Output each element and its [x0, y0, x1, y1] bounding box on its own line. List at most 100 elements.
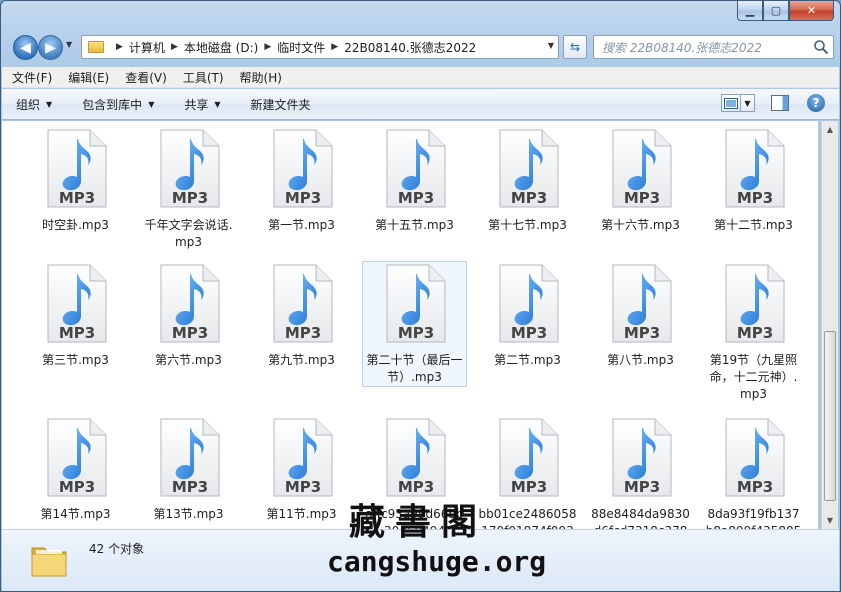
forward-button[interactable]: ▶: [38, 35, 63, 60]
menu-file[interactable]: 文件(F): [6, 69, 58, 86]
svg-text:MP3: MP3: [58, 324, 94, 342]
svg-text:MP3: MP3: [623, 324, 659, 342]
file-item[interactable]: MP3 8da93f19fb137b8a899f435885: [701, 415, 806, 529]
file-name: 第11节.mp3: [266, 507, 337, 521]
maximize-button[interactable]: ▢: [763, 1, 789, 21]
file-item[interactable]: MP3 第十六节.mp3: [588, 126, 693, 235]
file-item[interactable]: MP3 第十二节.mp3: [701, 126, 806, 235]
mp3-file-icon: MP3: [273, 129, 332, 208]
file-item[interactable]: MP3 第十七节.mp3: [475, 126, 580, 235]
chevron-down-icon: ▼: [148, 99, 155, 109]
file-item[interactable]: MP3 第二十节（最后一节）.mp3: [362, 261, 467, 387]
file-item[interactable]: MP3 bb01ce2486058170f01874f093c: [475, 415, 580, 529]
close-button[interactable]: ✕: [789, 1, 834, 21]
arrow-left-icon: ◀: [20, 39, 31, 56]
new-folder-button[interactable]: 新建文件夹: [251, 96, 311, 113]
svg-text:MP3: MP3: [171, 189, 207, 207]
scroll-up-button[interactable]: ▲: [822, 121, 838, 138]
address-bar[interactable]: ▶ 计算机 ▶ 本地磁盘 (D:) ▶ 临时文件 ▶ 22B08140.张德志2…: [81, 35, 559, 59]
file-item[interactable]: MP3 第六节.mp3: [136, 261, 241, 370]
chevron-right-icon[interactable]: ▶: [264, 42, 271, 52]
help-button[interactable]: ?: [807, 94, 825, 112]
mp3-file-icon: MP3: [47, 264, 106, 343]
chevron-down-icon: ▼: [46, 99, 53, 109]
file-item[interactable]: MP3 第11节.mp3: [249, 415, 354, 524]
mp3-file-icon: MP3: [273, 418, 332, 497]
file-item[interactable]: MP3 88e8484da9830d6fcd7318c378: [588, 415, 693, 529]
search-box[interactable]: 搜索 22B08140.张德志2022: [593, 35, 834, 59]
search-input[interactable]: 搜索 22B08140.张德志2022: [602, 39, 762, 56]
mp3-file-icon: MP3: [47, 129, 106, 208]
chevron-right-icon[interactable]: ▶: [331, 42, 338, 52]
menu-view[interactable]: 查看(V): [119, 69, 173, 86]
mp3-file-icon: MP3: [499, 129, 558, 208]
mp3-file-icon: MP3: [160, 418, 219, 497]
view-controls: ▼ ?: [721, 94, 825, 112]
svg-text:MP3: MP3: [510, 478, 546, 496]
organize-button[interactable]: 组织 ▼: [16, 96, 52, 113]
file-name: 88e8484da9830d6fcd7318c378: [591, 507, 690, 529]
item-count: 42 个对象: [89, 542, 145, 556]
mp3-file-icon: MP3: [612, 264, 671, 343]
file-item[interactable]: MP3 第19节（九星照命，十二元神）.mp3: [701, 261, 806, 404]
back-button[interactable]: ◀: [13, 35, 38, 60]
mp3-file-icon: MP3: [725, 418, 784, 497]
mp3-file-icon: MP3: [386, 129, 445, 208]
file-item[interactable]: MP3 第二节.mp3: [475, 261, 580, 370]
file-item[interactable]: MP3 第八节.mp3: [588, 261, 693, 370]
chevron-right-icon[interactable]: ▶: [116, 42, 123, 52]
file-item[interactable]: MP3 第13节.mp3: [136, 415, 241, 524]
search-icon[interactable]: [813, 39, 829, 55]
preview-pane-button[interactable]: [771, 95, 789, 111]
vertical-scrollbar[interactable]: ▲ ▼: [821, 121, 838, 529]
breadcrumb: ▶ 计算机 ▶ 本地磁盘 (D:) ▶ 临时文件 ▶ 22B08140.张德志2…: [110, 39, 476, 56]
recent-pages-dropdown[interactable]: ▼: [66, 40, 78, 49]
file-item[interactable]: MP3 第九节.mp3: [249, 261, 354, 370]
mp3-file-icon: MP3: [160, 264, 219, 343]
file-name: bb01ce2486058170f01874f093c: [478, 507, 577, 529]
mp3-file-icon: MP3: [47, 418, 106, 497]
file-item[interactable]: MP3 时空卦.mp3: [23, 126, 128, 235]
share-button[interactable]: 共享 ▼: [184, 96, 220, 113]
breadcrumb-item[interactable]: 计算机: [129, 39, 165, 56]
chevron-right-icon[interactable]: ▶: [171, 42, 178, 52]
menu-edit[interactable]: 编辑(E): [62, 69, 115, 86]
chevron-down-icon: ▼: [66, 40, 73, 49]
chevron-down-icon[interactable]: ▼: [548, 41, 554, 50]
scrollbar-thumb[interactable]: [824, 331, 836, 501]
command-bar: 组织 ▼ 包含到库中 ▼ 共享 ▼ 新建文件夹 ▼ ?: [2, 89, 839, 120]
file-list[interactable]: MP3 时空卦.mp3 MP3 千年文字会说话.mp3 MP3 第一节.mp3 …: [2, 121, 818, 529]
scroll-down-button[interactable]: ▼: [822, 512, 838, 529]
change-view-button[interactable]: [721, 94, 741, 112]
breadcrumb-item[interactable]: 临时文件: [277, 39, 325, 56]
file-name: 第二节.mp3: [494, 353, 561, 367]
file-name: 第13节.mp3: [153, 507, 224, 521]
menu-tools[interactable]: 工具(T): [177, 69, 230, 86]
mp3-file-icon: MP3: [725, 264, 784, 343]
minimize-button[interactable]: ▁: [737, 1, 763, 21]
file-item[interactable]: MP3 第14节.mp3: [23, 415, 128, 524]
file-name: 时空卦.mp3: [42, 218, 109, 232]
mp3-file-icon: MP3: [160, 129, 219, 208]
menu-help[interactable]: 帮助(H): [234, 69, 288, 86]
refresh-button[interactable]: ⇆: [563, 35, 587, 59]
include-in-library-button[interactable]: 包含到库中 ▼: [82, 96, 154, 113]
file-item[interactable]: MP3 第十五节.mp3: [362, 126, 467, 235]
svg-text:MP3: MP3: [284, 324, 320, 342]
svg-text:MP3: MP3: [623, 478, 659, 496]
new-folder-label: 新建文件夹: [250, 97, 311, 112]
file-item[interactable]: MP3 第一节.mp3: [249, 126, 354, 235]
file-item[interactable]: MP3 千年文字会说话.mp3: [136, 126, 241, 252]
view-icon: [724, 97, 738, 109]
svg-text:MP3: MP3: [58, 478, 94, 496]
folder-icon: [31, 547, 67, 577]
file-name: 第九节.mp3: [268, 353, 335, 367]
breadcrumb-item[interactable]: 22B08140.张德志2022: [344, 39, 476, 56]
file-name: 第三节.mp3: [42, 353, 109, 367]
file-name: 第十七节.mp3: [488, 218, 567, 232]
view-options-dropdown[interactable]: ▼: [741, 94, 755, 112]
folder-icon: [88, 41, 104, 53]
breadcrumb-item[interactable]: 本地磁盘 (D:): [184, 39, 258, 56]
mp3-file-icon: MP3: [386, 418, 445, 497]
file-item[interactable]: MP3 第三节.mp3: [23, 261, 128, 370]
